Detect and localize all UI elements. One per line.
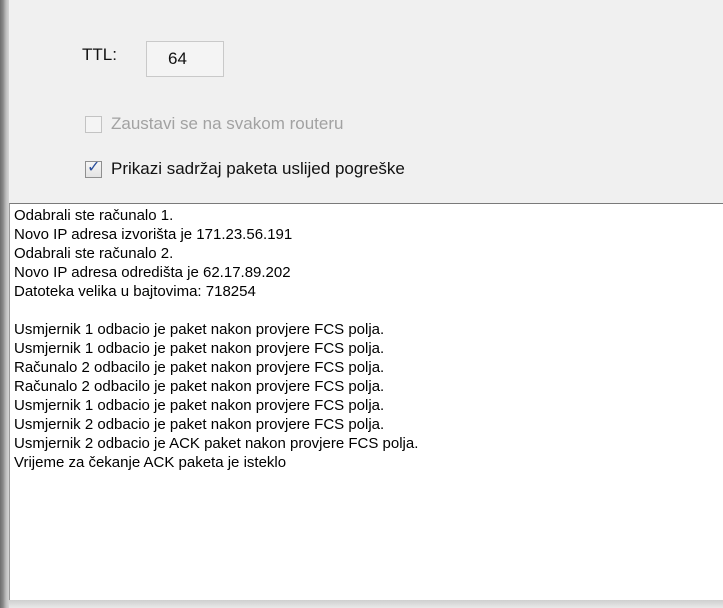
log-line: Novo IP adresa izvorišta je 171.23.56.19…	[14, 226, 293, 243]
settings-panel: TTL: Zaustavi se na svakom routeru ✓ Pri…	[9, 0, 723, 203]
log-line: Računalo 2 odbacilo je paket nakon provj…	[14, 359, 385, 376]
log-line: Odabrali ste računalo 2.	[14, 245, 174, 262]
log-line: Usmjernik 2 odbacio je paket nakon provj…	[14, 416, 385, 433]
window-frame-left	[0, 0, 9, 608]
app-window: TTL: Zaustavi se na svakom routeru ✓ Pri…	[0, 0, 723, 608]
log-line: Novo IP adresa odredišta je 62.17.89.202	[14, 264, 291, 281]
log-line: Usmjernik 2 odbacio je ACK paket nakon p…	[14, 435, 419, 452]
stop-at-router-label: Zaustavi se na svakom routeru	[111, 114, 344, 133]
ttl-input[interactable]	[146, 41, 224, 77]
log-line: Datoteka velika u bajtovima: 718254	[14, 283, 256, 300]
show-packet-checkbox[interactable]: ✓	[85, 158, 102, 178]
window-frame-bottom	[9, 600, 723, 608]
checkmark-icon: ✓	[87, 158, 101, 176]
stop-at-router-option: Zaustavi se na svakom routeru	[85, 112, 343, 136]
log-line: Usmjernik 1 odbacio je paket nakon provj…	[14, 340, 385, 357]
log-line: Usmjernik 1 odbacio je paket nakon provj…	[14, 397, 385, 414]
ttl-label: TTL:	[82, 45, 117, 64]
show-packet-label[interactable]: Prikazi sadržaj paketa uslijed pogreške	[111, 159, 405, 179]
log-line: Odabrali ste računalo 1.	[14, 207, 174, 224]
log-line: Vrijeme za čekanje ACK paketa je isteklo	[14, 454, 287, 471]
log-line: Računalo 2 odbacilo je paket nakon provj…	[14, 378, 385, 395]
show-packet-option[interactable]: ✓ Prikazi sadržaj paketa uslijed pogrešk…	[85, 157, 405, 181]
log-textbox[interactable]: Odabrali ste računalo 1. Novo IP adresa …	[9, 203, 723, 600]
stop-at-router-checkbox	[85, 115, 102, 133]
log-line: Usmjernik 1 odbacio je paket nakon provj…	[14, 321, 385, 338]
